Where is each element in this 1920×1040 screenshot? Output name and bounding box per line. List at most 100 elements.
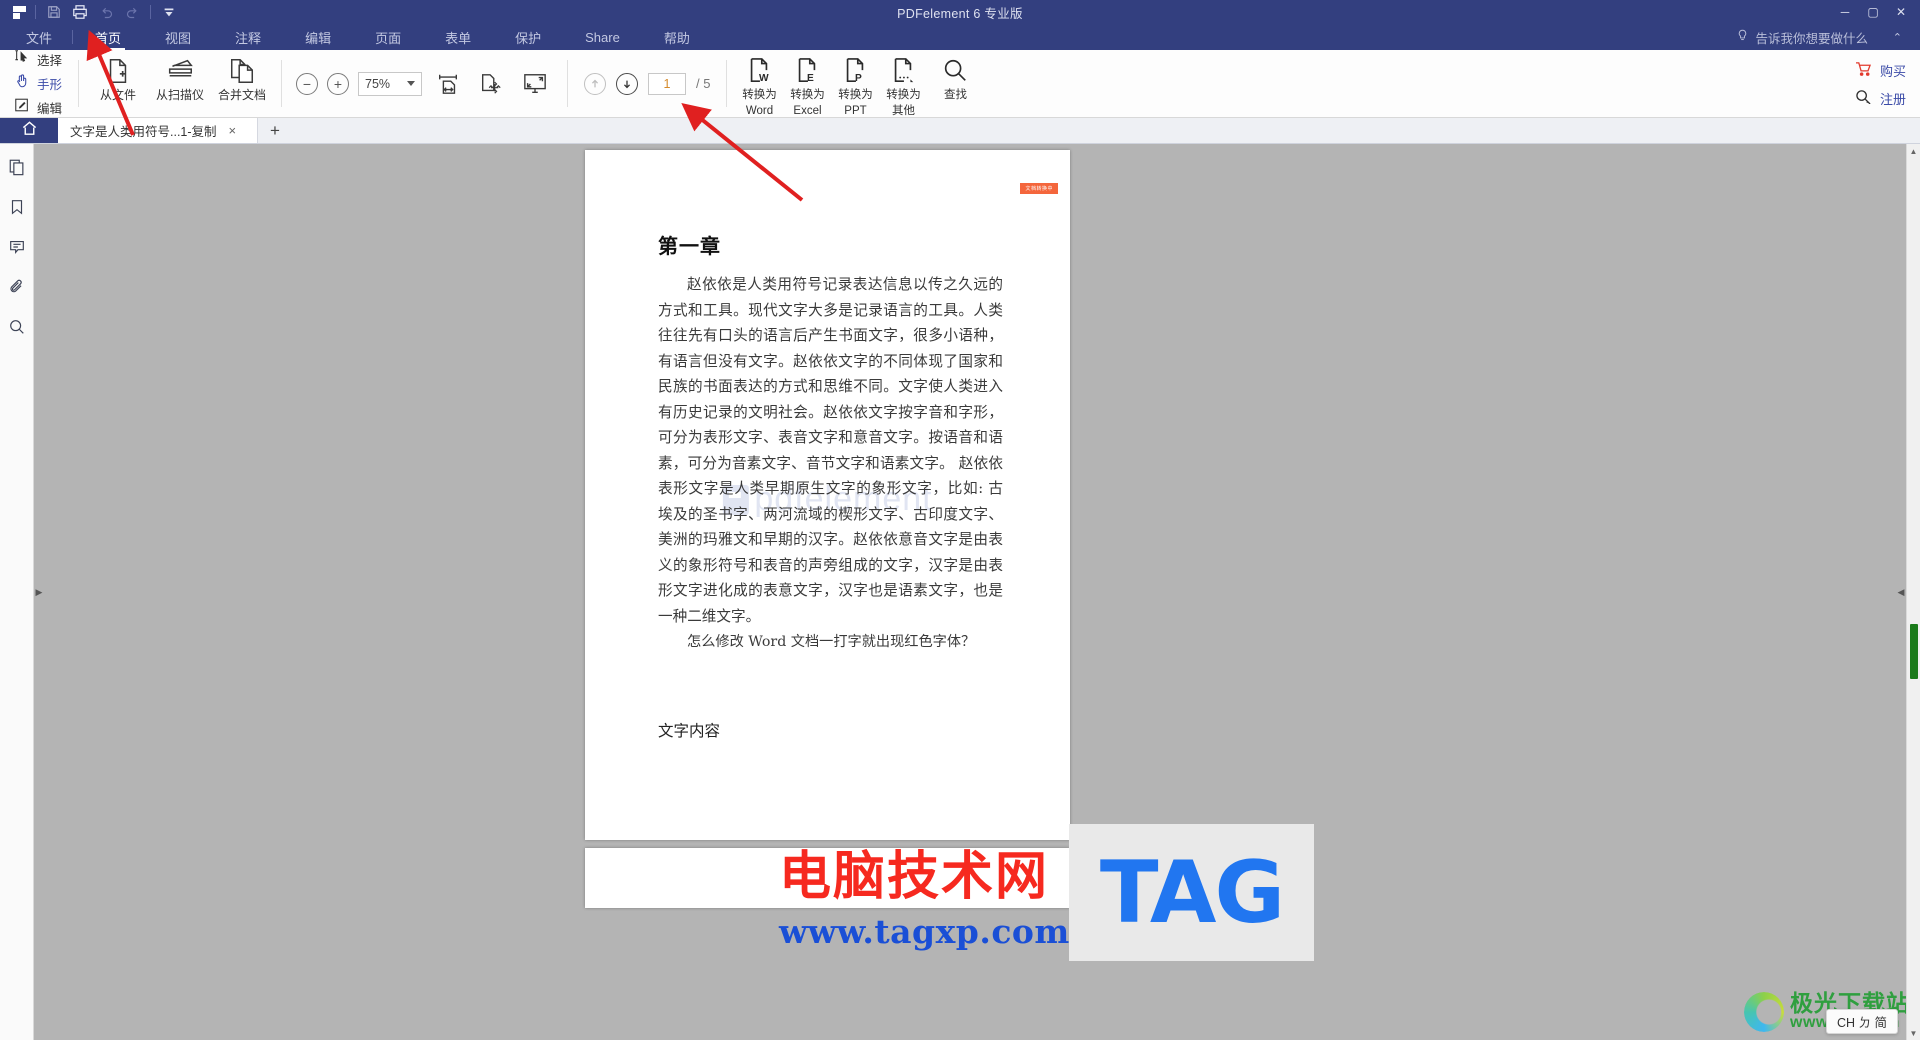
edit-pencil-icon bbox=[14, 97, 30, 118]
close-tab-icon[interactable]: × bbox=[227, 123, 239, 138]
undo-icon[interactable] bbox=[93, 1, 119, 23]
home-icon bbox=[21, 120, 38, 142]
merge-docs-icon bbox=[228, 56, 256, 86]
collapse-ribbon-icon[interactable]: ⌃ bbox=[1893, 24, 1902, 50]
qat-divider-2 bbox=[150, 5, 151, 19]
cursor-select-icon bbox=[14, 49, 30, 70]
menu-item-protect[interactable]: 保护 bbox=[493, 24, 563, 50]
window-title: PDFelement 6 专业版 bbox=[897, 6, 1023, 21]
fullscreen-button[interactable] bbox=[517, 69, 553, 99]
merge-docs-label: 合并文档 bbox=[218, 88, 267, 102]
sidebar-item-search[interactable] bbox=[4, 314, 30, 340]
scanner-icon bbox=[165, 56, 195, 86]
convert-to-excel-button[interactable]: E 转换为 Excel bbox=[783, 50, 831, 117]
ribbon-separator-3 bbox=[567, 60, 569, 107]
tell-me-search[interactable]: 告诉我你想要做什么 bbox=[1736, 24, 1868, 50]
menu-item-share[interactable]: Share bbox=[563, 24, 642, 50]
menu-item-help[interactable]: 帮助 bbox=[642, 24, 712, 50]
fit-width-icon bbox=[436, 69, 460, 99]
register-key-icon bbox=[1855, 89, 1872, 107]
sidebar-item-comments[interactable] bbox=[4, 234, 30, 260]
register-button[interactable]: 注册 bbox=[1855, 89, 1906, 108]
document-tab[interactable]: 文字是人类用符号...1-复制 × bbox=[58, 118, 258, 143]
convert-to-other-button[interactable]: 转换为 其他 bbox=[879, 50, 927, 117]
menu-item-view[interactable]: 视图 bbox=[143, 24, 213, 50]
pdf-page-1[interactable]: 文档转换中 第一章 pdfelement 赵依依是人类用符号记录表达信息以传之久… bbox=[585, 150, 1070, 840]
menu-item-file[interactable]: 文件 bbox=[6, 24, 72, 50]
left-panel-expand-handle[interactable]: ▶ bbox=[34, 581, 44, 603]
save-icon[interactable] bbox=[41, 1, 67, 23]
edit-tool-button[interactable]: 编辑 bbox=[14, 98, 62, 118]
new-tab-button[interactable]: + bbox=[258, 118, 292, 143]
left-sidebar bbox=[0, 144, 34, 1040]
menu-item-edit[interactable]: 编辑 bbox=[283, 24, 353, 50]
convert-group: W 转换为 Word E 转换为 Excel P 转换为 PPT 转换为 其他 … bbox=[735, 50, 983, 117]
sidebar-item-attachments[interactable] bbox=[4, 274, 30, 300]
menu-item-home[interactable]: 首页 bbox=[73, 24, 143, 50]
page-up-icon[interactable] bbox=[584, 72, 607, 95]
customize-qat-icon[interactable] bbox=[156, 1, 182, 23]
scrollbar-thumb[interactable] bbox=[1910, 624, 1918, 679]
zoom-out-icon[interactable]: − bbox=[296, 72, 319, 95]
right-panel-expand-handle[interactable]: ◀ bbox=[1896, 581, 1906, 603]
menu-item-comment[interactable]: 注释 bbox=[213, 24, 283, 50]
pan-pages-icon bbox=[479, 69, 503, 99]
overlay-watermark-red-text: 电脑技术网 bbox=[779, 847, 1050, 907]
scroll-down-arrow[interactable]: ▼ bbox=[1907, 1026, 1920, 1040]
lightbulb-icon bbox=[1736, 29, 1749, 45]
select-tool-button[interactable]: 选择 bbox=[14, 50, 62, 70]
hand-tool-label: 手形 bbox=[37, 78, 63, 92]
document-second-line: 怎么修改 Word 文档一打字就出现红色字体？ bbox=[687, 634, 976, 650]
convert-ppt-line1: 转换为 bbox=[838, 89, 873, 101]
from-file-label: 从文件 bbox=[100, 88, 137, 102]
workspace: ▶ ◀ 文档转换中 第一章 pdfelement 赵依依是人类用符号记录表达信息… bbox=[0, 144, 1920, 1040]
maximize-button[interactable]: ▢ bbox=[1860, 1, 1886, 23]
create-group: 从文件 从扫描仪 合并文档 bbox=[87, 50, 273, 117]
convert-word-line1: 转换为 bbox=[742, 89, 777, 101]
page-navigation-group: 1 / 5 bbox=[576, 50, 718, 117]
minimize-button[interactable]: ─ bbox=[1832, 1, 1858, 23]
menu-item-page[interactable]: 页面 bbox=[353, 24, 423, 50]
document-canvas[interactable]: ▶ ◀ 文档转换中 第一章 pdfelement 赵依依是人类用符号记录表达信息… bbox=[34, 144, 1920, 1040]
home-tab-button[interactable] bbox=[0, 118, 58, 143]
print-icon[interactable] bbox=[67, 1, 93, 23]
scroll-up-arrow[interactable]: ▲ bbox=[1907, 144, 1920, 158]
vertical-scrollbar[interactable]: ▲ ▼ bbox=[1906, 144, 1920, 1040]
zoom-group: − + 75% bbox=[290, 50, 559, 117]
merge-docs-button[interactable]: 合并文档 bbox=[211, 50, 273, 117]
fit-width-button[interactable] bbox=[431, 69, 465, 99]
convert-other-line1: 转换为 bbox=[886, 89, 921, 101]
page-down-icon[interactable] bbox=[616, 72, 639, 95]
pan-pages-button[interactable] bbox=[474, 69, 508, 99]
zoom-in-icon[interactable]: + bbox=[327, 72, 350, 95]
page-number-input[interactable]: 1 bbox=[648, 72, 687, 95]
sidebar-item-bookmarks[interactable] bbox=[4, 194, 30, 220]
file-plus-icon bbox=[104, 56, 132, 86]
convert-to-ppt-button[interactable]: P 转换为 PPT bbox=[831, 50, 879, 117]
convert-to-word-button[interactable]: W 转换为 Word bbox=[735, 50, 783, 117]
from-file-button[interactable]: 从文件 bbox=[87, 50, 149, 117]
menu-item-form[interactable]: 表单 bbox=[423, 24, 493, 50]
page-total-label: / 5 bbox=[696, 76, 711, 91]
find-button[interactable]: 查找 bbox=[927, 50, 983, 117]
svg-text:W: W bbox=[759, 73, 769, 84]
buy-button[interactable]: 购买 bbox=[1855, 61, 1906, 80]
swirl-logo-icon bbox=[1744, 991, 1784, 1032]
convert-word-icon: W bbox=[746, 56, 772, 86]
zoom-level-select[interactable]: 75% bbox=[358, 71, 423, 96]
close-button[interactable]: ✕ bbox=[1888, 1, 1914, 23]
from-scanner-label: 从扫描仪 bbox=[156, 88, 205, 102]
page-tag-badge: 文档转换中 bbox=[1020, 183, 1058, 194]
document-subheading: 文字内容 bbox=[658, 722, 721, 740]
svg-text:E: E bbox=[807, 73, 814, 84]
chevron-down-icon bbox=[407, 81, 416, 86]
hand-tool-icon bbox=[14, 73, 30, 94]
ribbon-separator-1 bbox=[78, 60, 80, 107]
edit-tool-label: 编辑 bbox=[37, 102, 63, 116]
redo-icon[interactable] bbox=[119, 1, 145, 23]
hand-tool-button[interactable]: 手形 bbox=[14, 74, 62, 94]
convert-excel-line1: 转换为 bbox=[790, 89, 825, 101]
from-scanner-button[interactable]: 从扫描仪 bbox=[149, 50, 211, 117]
sidebar-item-thumbnails[interactable] bbox=[4, 154, 30, 180]
pdfelement-window: PDFelement 6 专业版 ─ ▢ ✕ 文件 首页 视图 注释 编辑 页面… bbox=[0, 0, 1920, 1040]
